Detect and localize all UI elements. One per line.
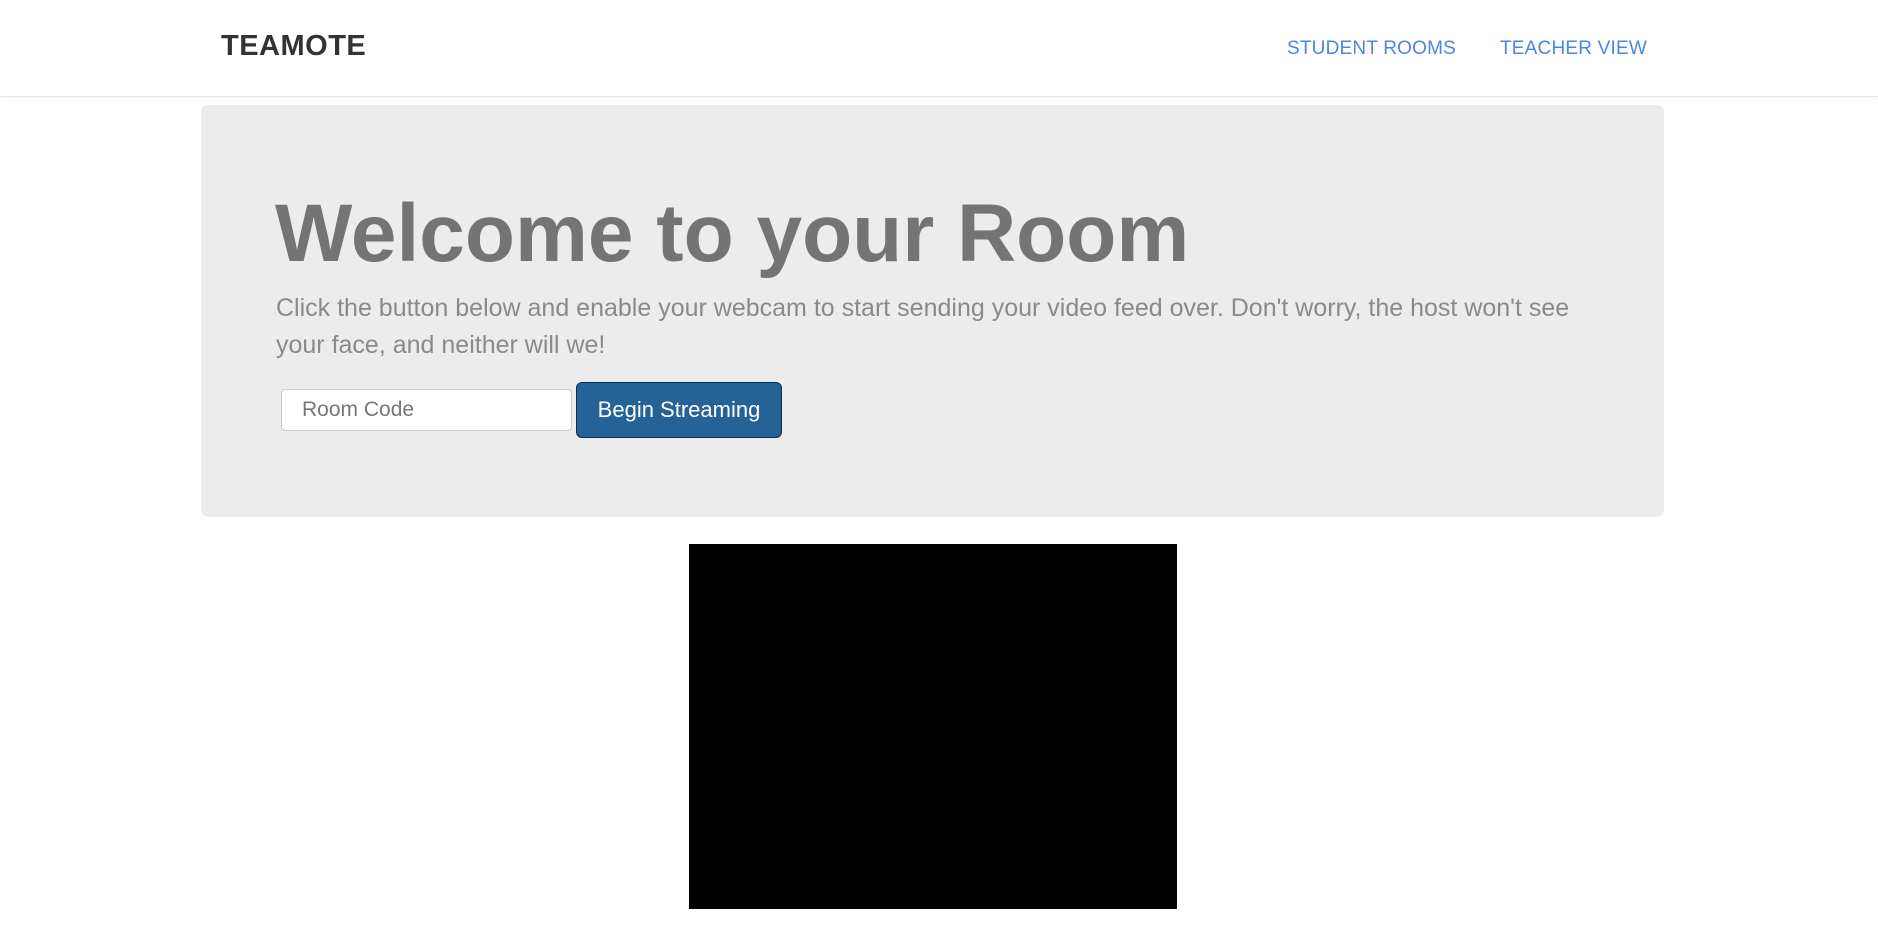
page-title: Welcome to your Room	[275, 188, 1190, 279]
nav-link-teacher-view[interactable]: TEACHER VIEW	[1500, 38, 1647, 60]
begin-streaming-button[interactable]: Begin Streaming	[576, 382, 782, 438]
welcome-jumbotron: Welcome to your Room Click the button be…	[201, 105, 1664, 517]
top-navbar: TEAMOTE STUDENT ROOMS TEACHER VIEW	[0, 0, 1878, 97]
welcome-description: Click the button below and enable your w…	[276, 294, 1570, 359]
brand-logo-link[interactable]: TEAMOTE	[221, 30, 366, 63]
room-code-input[interactable]	[281, 389, 572, 431]
nav-link-student-rooms[interactable]: STUDENT ROOMS	[1287, 38, 1456, 60]
webcam-video-feed	[689, 544, 1177, 909]
